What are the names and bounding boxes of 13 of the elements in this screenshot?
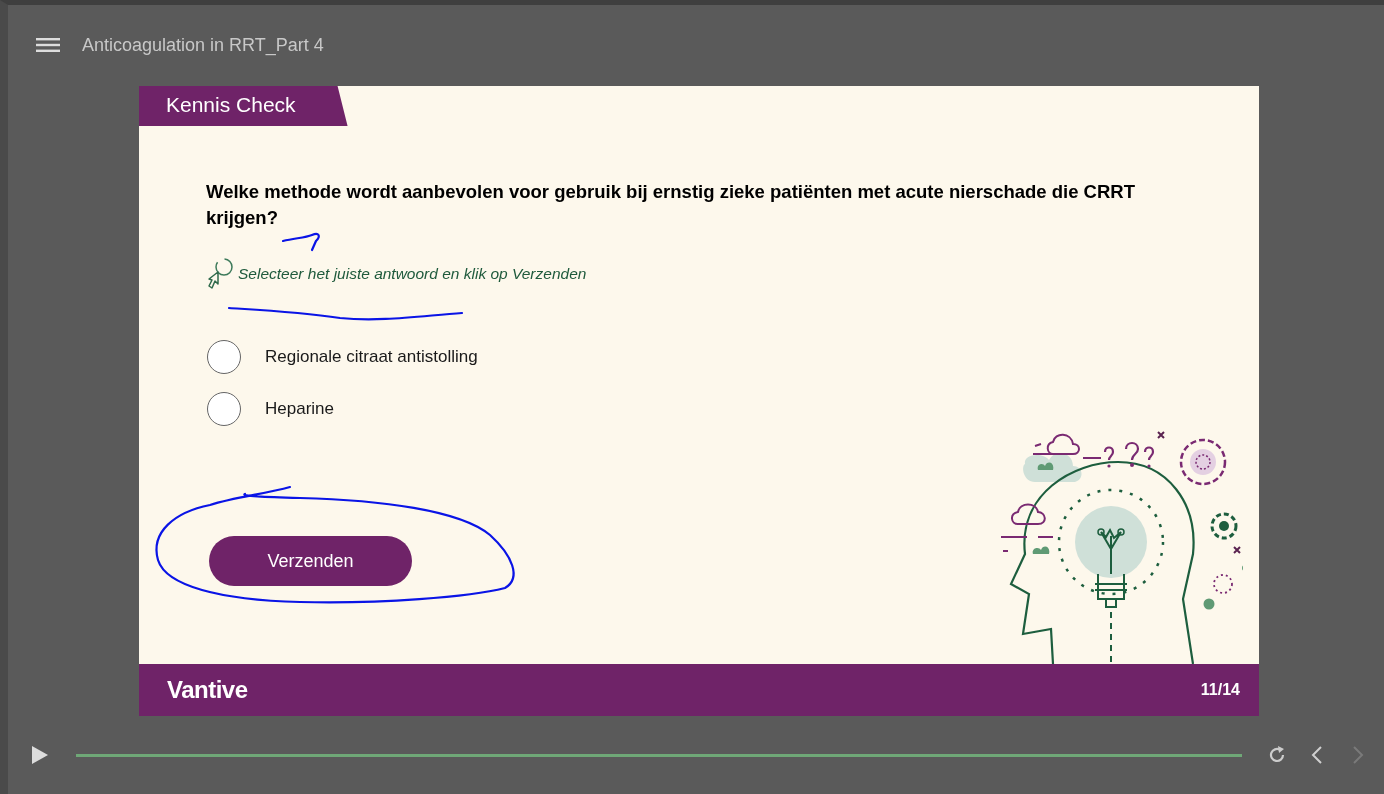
question-text: Welke methode wordt aanbevolen voor gebruik bij ernstig zieke patiënten met acute nierschade die CRRT krijgen? <box>206 180 1136 230</box>
section-banner: Kennis Check <box>139 86 348 126</box>
radio-button[interactable] <box>207 392 241 426</box>
option-label[interactable]: Heparine <box>265 399 334 419</box>
radio-button[interactable] <box>207 340 241 374</box>
instruction-text: Selecteer het juiste antwoord en klik op Verzenden <box>238 265 587 283</box>
brand-logo: Vantive <box>167 676 248 704</box>
submit-button[interactable]: Verzenden <box>209 536 412 586</box>
page-counter: 11/14 <box>1200 681 1240 699</box>
option-label[interactable]: Regionale citraat antistolling <box>265 347 478 367</box>
pen-stroke <box>281 232 320 252</box>
course-title: Anticoagulation in RRT_Part 4 <box>82 34 324 57</box>
menu-icon[interactable] <box>36 35 60 55</box>
